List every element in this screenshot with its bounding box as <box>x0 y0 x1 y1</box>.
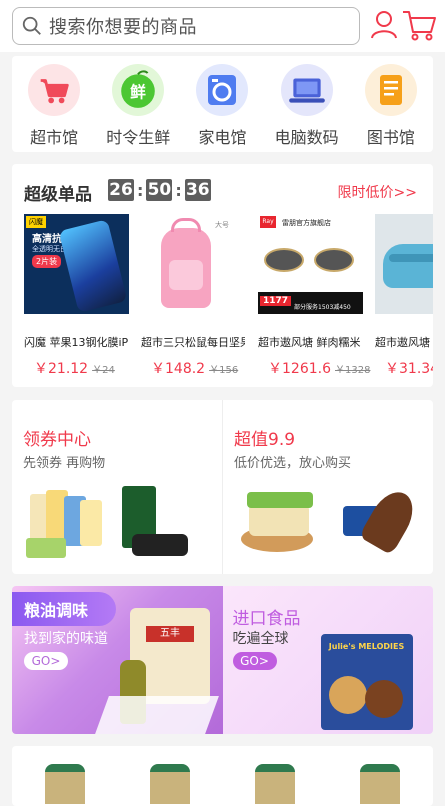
product-name: 超市三只松鼠每日坚果 <box>141 336 245 349</box>
cookie-box-image: Julie's MELODIES <box>320 634 413 730</box>
user-icon[interactable] <box>368 8 400 40</box>
product-jar-image <box>360 764 401 804</box>
banner-subtitle: 找到家的味道 <box>24 631 108 647</box>
product-price: ￥1261.6 <box>268 361 331 377</box>
banner-title: 进口食品 <box>232 609 301 629</box>
product-grid-preview <box>12 746 433 806</box>
product-jar-image <box>149 764 190 804</box>
coupon-section: 领券中心 先领券 再购物 超值9.9 低价优选，放心购买 <box>12 400 433 574</box>
product-price: ￥148.2 <box>151 361 206 377</box>
search-placeholder: 搜索你想要的商品 <box>49 17 197 38</box>
category-books[interactable]: 图书馆 <box>351 64 431 152</box>
category-label: 图书馆 <box>366 128 415 147</box>
category-fresh[interactable]: 鲜 时令生鲜 <box>98 64 178 152</box>
category-appliance[interactable]: 家电馆 <box>182 64 262 152</box>
product-price: ￥31.349 <box>385 361 433 377</box>
cart-icon[interactable] <box>401 8 437 42</box>
top-bar: 搜索你想要的商品 <box>0 0 445 52</box>
product-old-price: ￥156 <box>209 365 239 376</box>
book-icon <box>364 64 417 116</box>
product-image <box>375 214 433 314</box>
imported-food-banner[interactable]: 进口食品 吃遍全球 GO> Julie's MELODIES <box>222 586 433 734</box>
category-nav: 超市馆 鲜 时令生鲜 家电馆 电脑数码 图书馆 <box>12 56 433 152</box>
grain-oil-banner[interactable]: 粮油调味 找到家的味道 GO> 五丰 <box>12 586 223 734</box>
milk-powder-image <box>26 486 196 566</box>
product-card[interactable]: Ray 雷朋官方旗舰店 1177 部分服务1503减450 超市遨风塘 鲜肉糯米… <box>258 214 375 378</box>
search-input[interactable]: 搜索你想要的商品 <box>12 7 360 45</box>
flash-sale-section: 超级单品 26: 50: 36 限时低价>> 闪魔 高清抗指纹 全透明无白边 2… <box>12 164 433 387</box>
product-list: 闪魔 高清抗指纹 全透明无白边 2片装 闪魔 苹果13钢化膜iPhone ￥21… <box>24 214 433 378</box>
value-deals-card[interactable]: 超值9.9 低价优选，放心购买 <box>222 400 433 574</box>
section-title: 超级单品 <box>24 185 92 205</box>
appliance-icon <box>196 64 249 116</box>
product-card[interactable]: 闪魔 高清抗指纹 全透明无白边 2片装 闪魔 苹果13钢化膜iPhone ￥21… <box>24 214 141 378</box>
product-price: ￥21.12 <box>34 361 89 377</box>
banner-subtitle: 吃遍全球 <box>232 631 289 647</box>
product-old-price: ￥24 <box>92 365 115 376</box>
timer-minutes: 50 <box>146 179 173 201</box>
category-supermarket[interactable]: 超市馆 <box>14 64 94 152</box>
more-link[interactable]: 限时低价>> <box>338 182 417 202</box>
go-button[interactable]: GO> <box>24 652 68 670</box>
product-jar-image <box>44 764 85 804</box>
product-card[interactable]: 大号 超市三只松鼠每日坚果 ￥148.2 ￥156 <box>141 214 258 378</box>
product-name: 超市遨风塘 鲜肉糯米 <box>258 336 361 349</box>
coupon-center-card[interactable]: 领券中心 先领券 再购物 <box>12 400 222 574</box>
banner-tag: 粮油调味 <box>12 592 116 626</box>
category-label: 家电馆 <box>198 128 247 147</box>
timer-seconds: 36 <box>184 179 211 201</box>
product-old-price: ￥1328 <box>335 365 371 376</box>
deals-title: 超值9.9 <box>234 430 296 450</box>
search-icon <box>22 16 41 35</box>
svg-text:鲜: 鲜 <box>130 82 146 101</box>
coupon-subtitle: 先领券 再购物 <box>23 456 106 471</box>
supermarket-cart-icon <box>28 64 81 116</box>
deals-subtitle: 低价优选，放心购买 <box>234 456 352 471</box>
category-label: 超市馆 <box>30 128 79 147</box>
countdown-timer: 26: 50: 36 <box>108 179 211 201</box>
product-image: 大号 <box>141 214 246 314</box>
product-name: 超市遨风塘 <box>375 336 430 349</box>
product-name: 闪魔 苹果13钢化膜iPhone <box>24 336 128 349</box>
product-image: 闪魔 高清抗指纹 全透明无白边 2片装 <box>24 214 129 314</box>
product-jar-image <box>255 764 296 804</box>
category-label: 时令生鲜 <box>106 128 171 147</box>
product-image: Ray 雷朋官方旗舰店 1177 部分服务1503减450 <box>258 214 363 314</box>
timer-hours: 26 <box>108 179 134 201</box>
category-label: 电脑数码 <box>274 128 339 147</box>
fresh-produce-icon: 鲜 <box>112 64 165 116</box>
snack-image <box>241 484 422 566</box>
product-card[interactable]: 超市遨风塘 ￥31.349 <box>375 214 433 378</box>
category-digital[interactable]: 电脑数码 <box>267 64 347 152</box>
laptop-icon <box>280 64 333 116</box>
go-button[interactable]: GO> <box>232 652 277 670</box>
banner-section: 粮油调味 找到家的味道 GO> 五丰 进口食品 吃遍全球 GO> Julie's… <box>12 586 433 734</box>
coupon-title: 领券中心 <box>23 430 91 450</box>
